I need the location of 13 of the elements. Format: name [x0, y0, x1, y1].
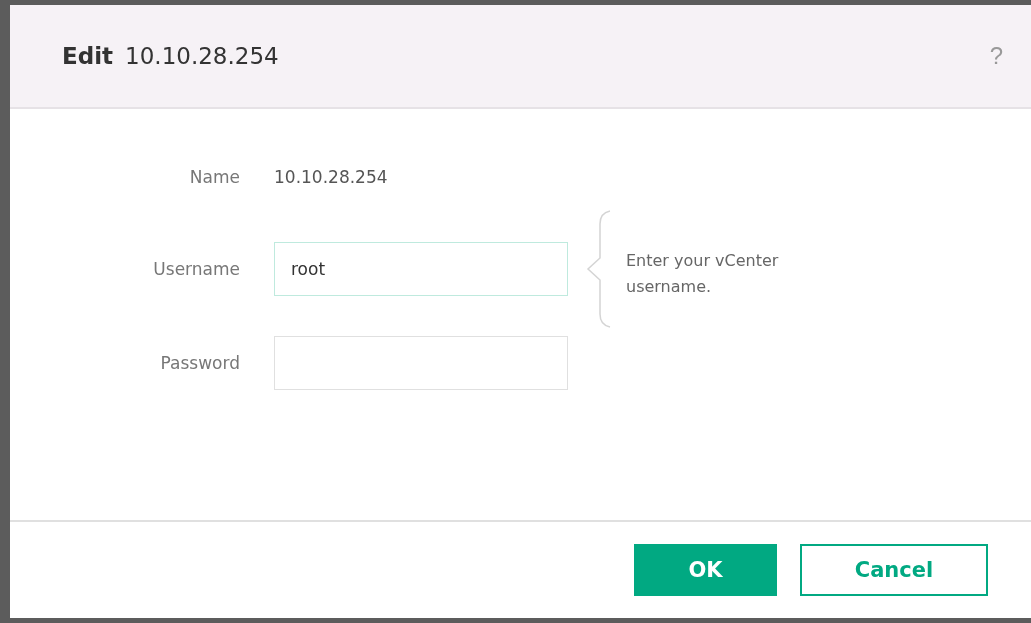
bracket-icon [586, 210, 612, 328]
title-prefix: Edit [62, 43, 114, 69]
cancel-button[interactable]: Cancel [800, 544, 988, 596]
ok-button[interactable]: OK [634, 544, 777, 596]
hint-text: Enter your vCenter username. [626, 250, 780, 298]
dialog-title: 10.10.28.254 [125, 43, 279, 69]
input-field[interactable] [274, 336, 568, 390]
field-label: Password [159, 353, 241, 373]
field-label: Username [152, 259, 241, 279]
input-field[interactable]: root [274, 242, 568, 296]
name-value: 10.10.28.254 [274, 167, 388, 187]
field-label: Name [188, 167, 241, 187]
help-button[interactable]: ? [989, 42, 1003, 70]
